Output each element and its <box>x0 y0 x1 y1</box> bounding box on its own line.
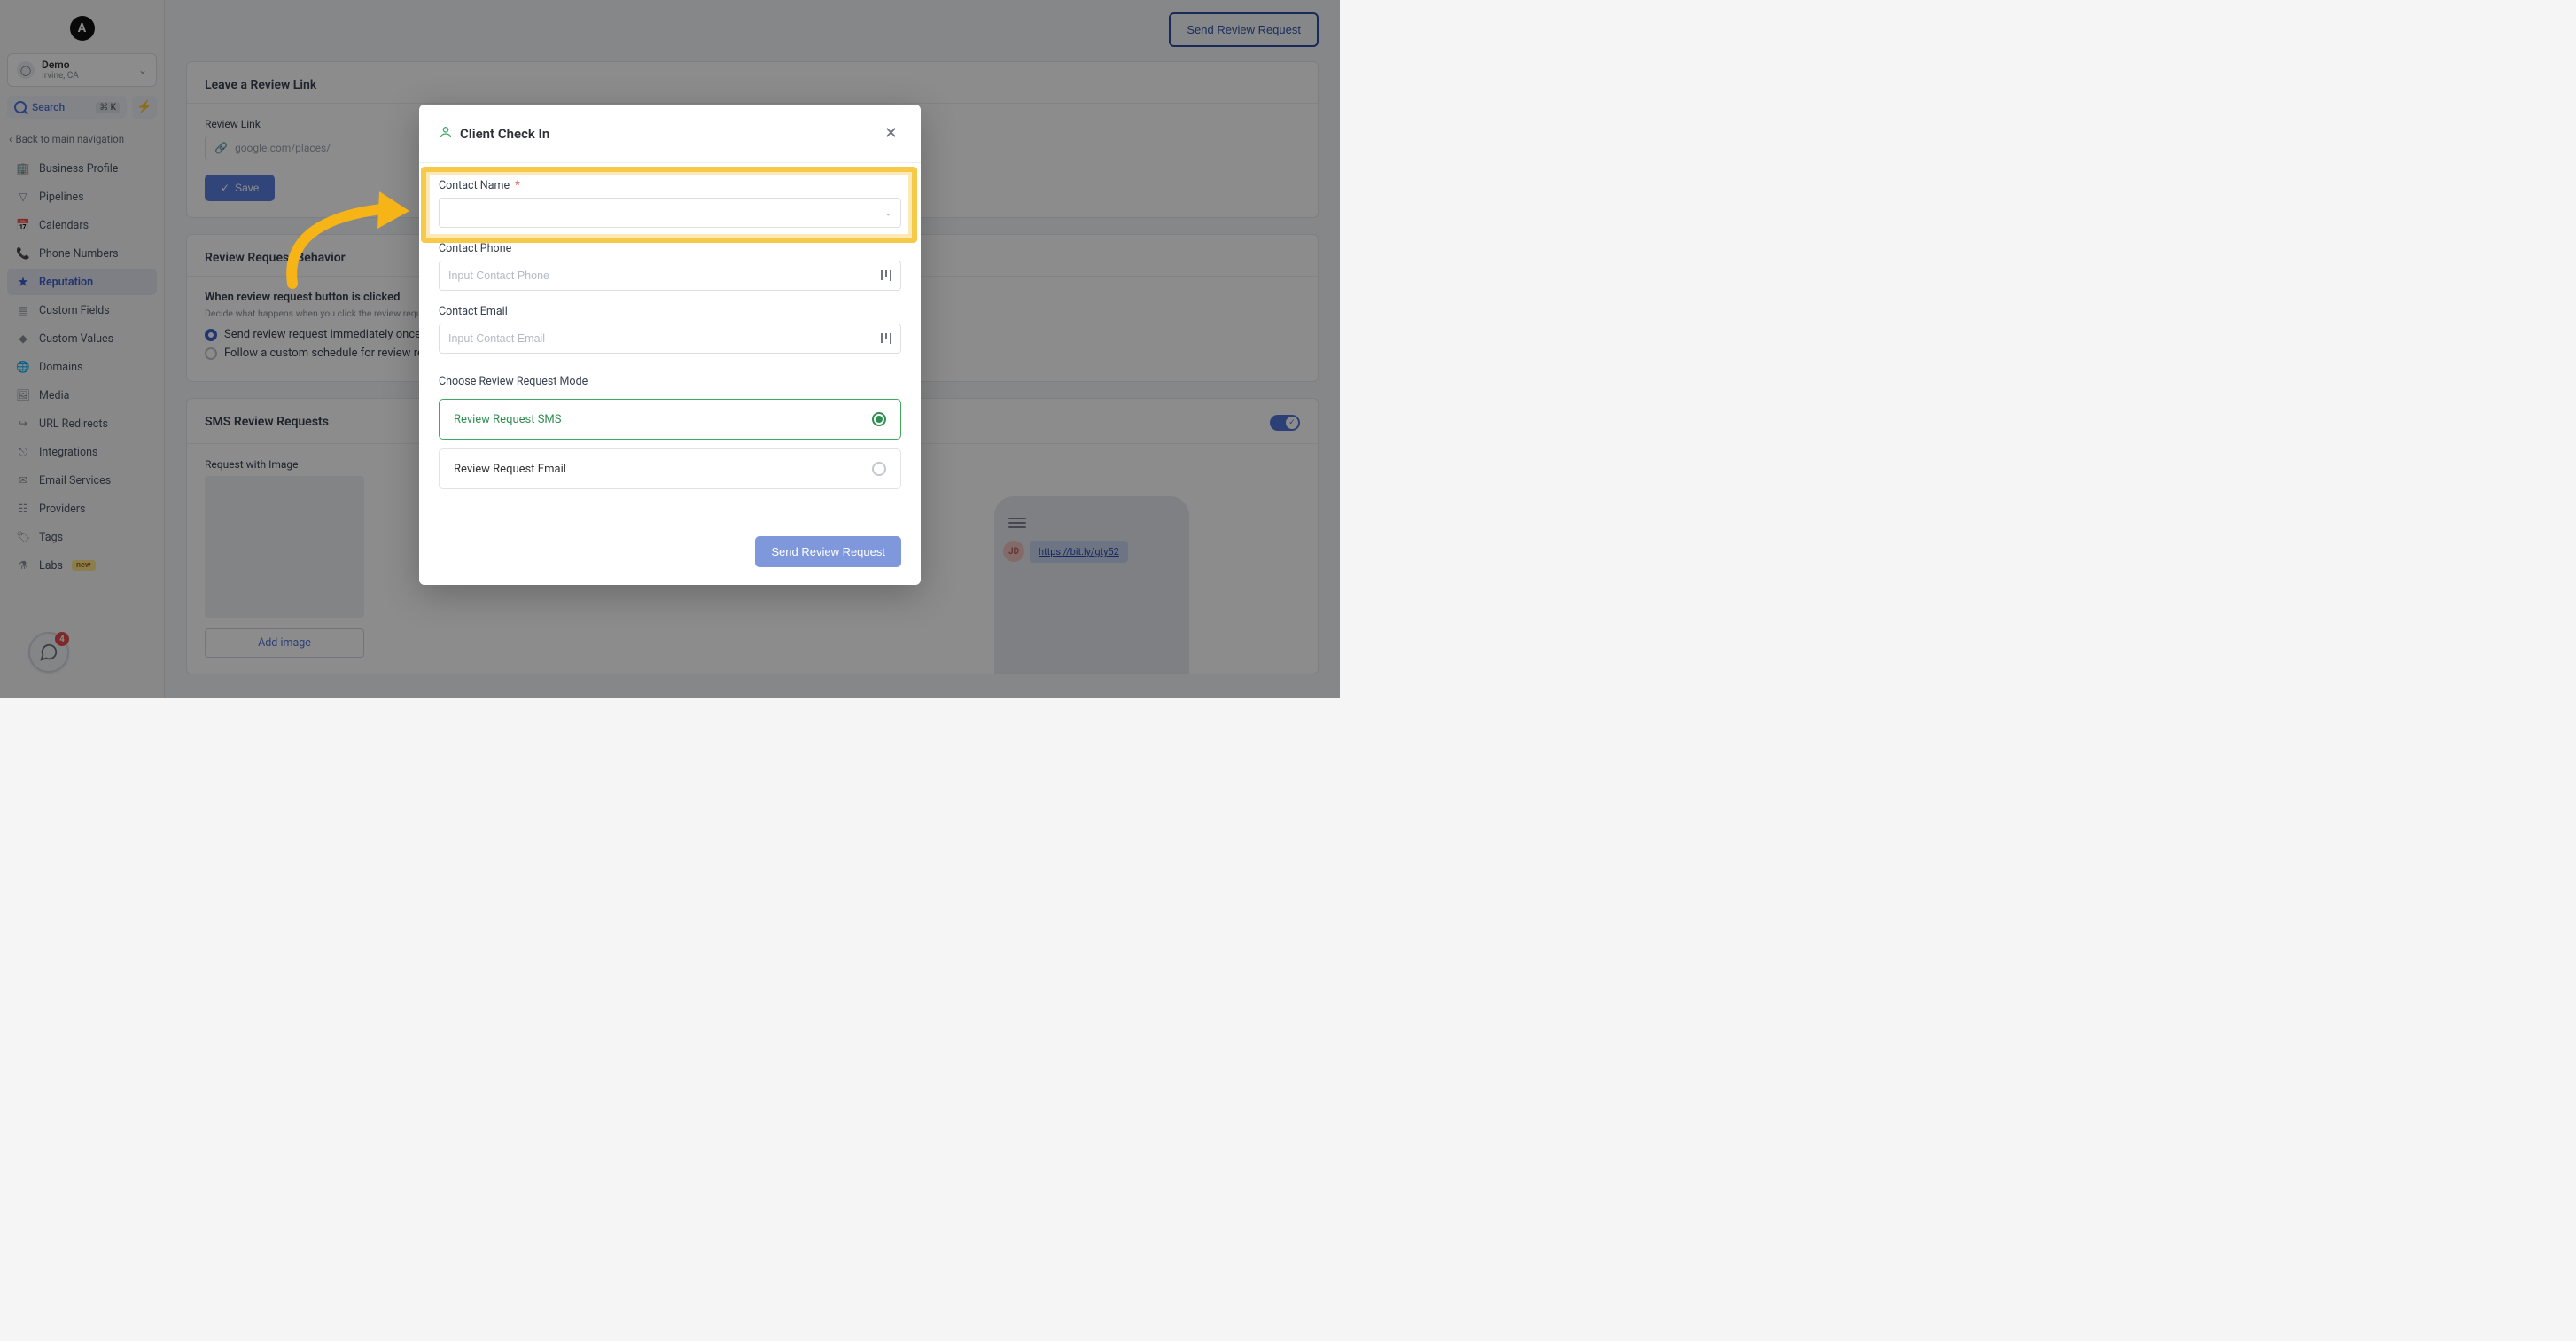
modal-send-button[interactable]: Send Review Request <box>755 536 901 567</box>
modal-body: Contact Name * ⌄ Contact Phone Contact E… <box>419 163 921 500</box>
contact-name-input[interactable] <box>439 198 901 228</box>
modal-overlay: Client Check In ✕ Contact Name * ⌄ Conta… <box>0 0 1340 698</box>
modal-footer: Send Review Request <box>419 518 921 585</box>
contact-email-input[interactable] <box>439 324 901 354</box>
contact-phone-label: Contact Phone <box>439 242 901 255</box>
contact-phone-input[interactable] <box>439 261 901 291</box>
mode-option-email[interactable]: Review Request Email <box>439 448 901 489</box>
radio-off-icon <box>872 462 886 476</box>
mode-option-label: Review Request SMS <box>454 413 562 426</box>
contact-email-label: Contact Email <box>439 305 901 318</box>
mode-label: Choose Review Request Mode <box>439 375 901 388</box>
contact-name-label-text: Contact Name <box>439 179 510 192</box>
required-star: * <box>515 179 519 192</box>
close-button[interactable]: ✕ <box>881 121 901 146</box>
mode-option-sms[interactable]: Review Request SMS <box>439 399 901 440</box>
modal-title: Client Check In <box>460 126 549 142</box>
contact-name-label: Contact Name * <box>439 179 901 192</box>
close-icon: ✕ <box>884 124 898 143</box>
contact-name-field: Contact Name * ⌄ <box>439 179 901 228</box>
mode-option-label: Review Request Email <box>454 463 566 476</box>
contact-phone-field: Contact Phone <box>439 242 901 291</box>
contact-email-field: Contact Email <box>439 305 901 354</box>
radio-on-icon <box>872 412 886 426</box>
mode-group: Choose Review Request Mode Review Reques… <box>439 368 901 489</box>
client-checkin-modal: Client Check In ✕ Contact Name * ⌄ Conta… <box>419 105 921 585</box>
person-icon <box>439 125 453 143</box>
modal-header: Client Check In ✕ <box>419 105 921 163</box>
